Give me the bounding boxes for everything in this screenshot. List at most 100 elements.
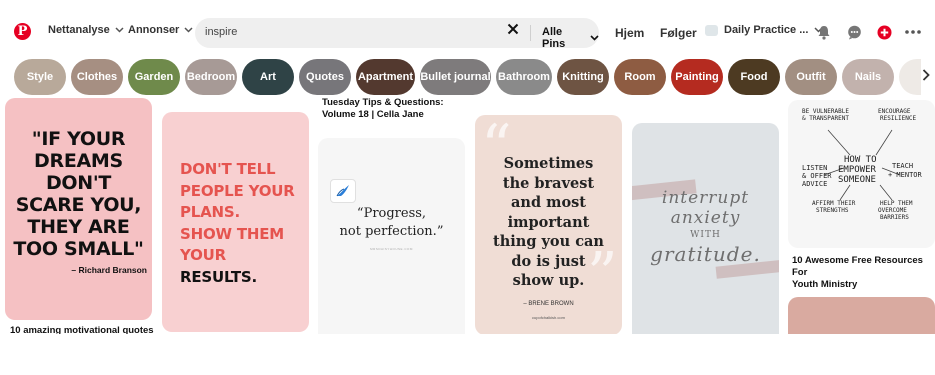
- mind-map-node: RESILIENCE: [880, 115, 917, 122]
- account-avatar: [705, 24, 718, 36]
- home-link[interactable]: Hjem: [615, 26, 644, 40]
- pin-card[interactable]: "IF YOUR DREAMS DON'T SCARE YOU, THEY AR…: [5, 98, 152, 320]
- category-pill[interactable]: Bathroom: [496, 59, 552, 95]
- mind-map-node: HELP THEM: [880, 200, 913, 207]
- search-divider: [530, 25, 531, 41]
- top-header: P Nettanalyse Annonser inspire Alle Pins…: [0, 18, 935, 52]
- pin-card[interactable]: interrupt anxiety WITH gratitude.: [632, 123, 779, 348]
- quote-line: not perfection.”: [339, 224, 444, 239]
- quote-line: SHOW THEM: [180, 224, 285, 243]
- pin-card[interactable]: DON'T TELL PEOPLE YOUR PLANS. SHOW THEM …: [162, 112, 309, 332]
- search-input[interactable]: inspire: [205, 26, 237, 38]
- pinterest-logo-icon[interactable]: P: [14, 23, 31, 40]
- mind-map-node: SOMEONE: [838, 175, 876, 185]
- ads-label: Annonser: [128, 24, 180, 36]
- mind-map-node: BE VULNERABLE: [802, 108, 849, 115]
- pin-card[interactable]: “Progress, not perfection.” MRSDAISYHOUS…: [318, 138, 465, 348]
- category-pill[interactable]: Garden: [128, 59, 180, 95]
- category-pill[interactable]: Bedroom: [185, 59, 237, 95]
- quote-author: – BRENE BROWN: [523, 301, 574, 307]
- mind-map-node: ENCOURAGE: [878, 108, 911, 115]
- mind-map-node: EMPOWER: [838, 165, 876, 175]
- caption-line: Tuesday Tips & Questions:: [322, 97, 444, 108]
- analytics-label: Nettanalyse: [48, 24, 110, 36]
- mind-map-node: AFFIRM THEIR: [812, 200, 856, 207]
- quote-line: WITH: [690, 230, 721, 240]
- mind-map-node: & TRANSPARENT: [802, 115, 849, 122]
- pinterest-page: P Nettanalyse Annonser inspire Alle Pins…: [0, 0, 935, 375]
- quote-line: the bravest: [502, 174, 595, 192]
- category-pill[interactable]: Nails: [842, 59, 894, 95]
- quote-line: Sometimes: [503, 155, 594, 172]
- chevron-right-icon[interactable]: [922, 68, 930, 84]
- analytics-dropdown[interactable]: Nettanalyse: [48, 24, 124, 36]
- quote-line: DON'T: [45, 172, 112, 194]
- quote-line: anxiety: [670, 208, 741, 228]
- pin-source-text: MRSDAISYHOUSE.COM: [370, 247, 413, 251]
- pin-card[interactable]: BE VULNERABLE & TRANSPARENT ENCOURAGE RE…: [788, 100, 935, 248]
- caption-line: Volume 18 | Cella Jane: [322, 109, 424, 120]
- category-pill[interactable]: Knitting: [557, 59, 609, 95]
- quote-line: interrupt: [661, 188, 750, 208]
- pin-quote-text: DON'T TELL PEOPLE YOUR PLANS. SHOW THEM …: [180, 159, 305, 288]
- quote-line: “Progress,: [356, 206, 427, 221]
- quote-line: PLANS.: [180, 203, 241, 221]
- pin-caption[interactable]: 10 Awesome Free Resources For Youth Mini…: [792, 255, 935, 291]
- quote-word: YOUR: [180, 246, 227, 264]
- pin-quote-text: "IF YOUR DREAMS DON'T SCARE YOU, THEY AR…: [5, 128, 152, 260]
- category-pill[interactable]: Food: [728, 59, 780, 95]
- account-switcher[interactable]: Daily Practice ...: [705, 24, 823, 36]
- close-quote-mark-icon: ”: [587, 240, 618, 310]
- pin-caption[interactable]: Tuesday Tips & Questions: Volume 18 | Ce…: [322, 97, 444, 121]
- mind-map-node: STRENGTHS: [816, 207, 849, 214]
- mind-map-node: + MENTOR: [888, 171, 922, 179]
- pin-card[interactable]: “ Sometimes the bravest and most importa…: [475, 115, 622, 335]
- caption-line: 10 Awesome Free Resources For: [792, 255, 923, 278]
- quote-line: PEOPLE YOUR: [180, 181, 295, 200]
- category-pill[interactable]: Room: [614, 59, 666, 95]
- category-pill[interactable]: Style: [14, 59, 66, 95]
- quote-line: DON'T TELL: [180, 160, 276, 178]
- quote-line: TOO SMALL": [13, 238, 144, 260]
- category-pill[interactable]: Outfit: [785, 59, 837, 95]
- quote-line: and most: [511, 194, 586, 211]
- clear-search-icon[interactable]: [507, 22, 519, 39]
- create-icon[interactable]: [875, 23, 893, 41]
- quote-line: gratitude.: [650, 242, 761, 266]
- following-link[interactable]: Følger: [660, 26, 697, 40]
- chat-icon[interactable]: [845, 23, 863, 41]
- ads-dropdown[interactable]: Annonser: [128, 24, 193, 36]
- mind-map-node: HOW TO: [844, 155, 877, 165]
- caption-line: Youth Ministry: [792, 279, 858, 290]
- category-pill[interactable]: [899, 59, 921, 95]
- mind-map-node: ADVICE: [802, 180, 828, 188]
- chevron-down-icon: [115, 25, 124, 35]
- more-icon[interactable]: [904, 23, 922, 41]
- quote-word: RESULTS.: [180, 267, 257, 286]
- category-pill[interactable]: Quotes: [299, 59, 351, 95]
- quote-line: THEY ARE: [27, 216, 130, 238]
- bell-icon[interactable]: [815, 23, 833, 41]
- mind-map-node: OVERCOME: [878, 207, 907, 214]
- pin-source-text: cupofchalkish.com: [532, 315, 565, 320]
- mind-map-node: & OFFER: [802, 172, 832, 180]
- category-pill[interactable]: Art: [242, 59, 294, 95]
- quote-line: DREAMS: [34, 150, 123, 172]
- page-bottom-blank: [0, 334, 935, 375]
- category-pill[interactable]: Bullet journal: [420, 59, 491, 95]
- pin-filter-label: Alle Pins: [542, 26, 566, 50]
- mind-map: BE VULNERABLE & TRANSPARENT ENCOURAGE RE…: [788, 100, 935, 248]
- category-pill[interactable]: Clothes: [71, 59, 123, 95]
- chevron-down-icon: [184, 25, 193, 35]
- pin-quote-text: interrupt anxiety WITH gratitude.: [632, 188, 779, 266]
- chevron-down-icon: [590, 32, 599, 44]
- mind-map-node: LISTEN: [802, 164, 828, 172]
- quote-line: YOUR RESULTS.: [180, 245, 305, 288]
- search-bar[interactable]: inspire Alle Pins: [195, 18, 599, 50]
- category-pill[interactable]: Painting: [671, 59, 723, 95]
- quote-line: "IF YOUR: [31, 128, 126, 150]
- category-pill[interactable]: Apartment: [356, 59, 415, 95]
- bird-logo-icon: [330, 179, 356, 203]
- quote-line: important: [507, 213, 590, 231]
- pin-filter-dropdown[interactable]: Alle Pins: [542, 26, 599, 50]
